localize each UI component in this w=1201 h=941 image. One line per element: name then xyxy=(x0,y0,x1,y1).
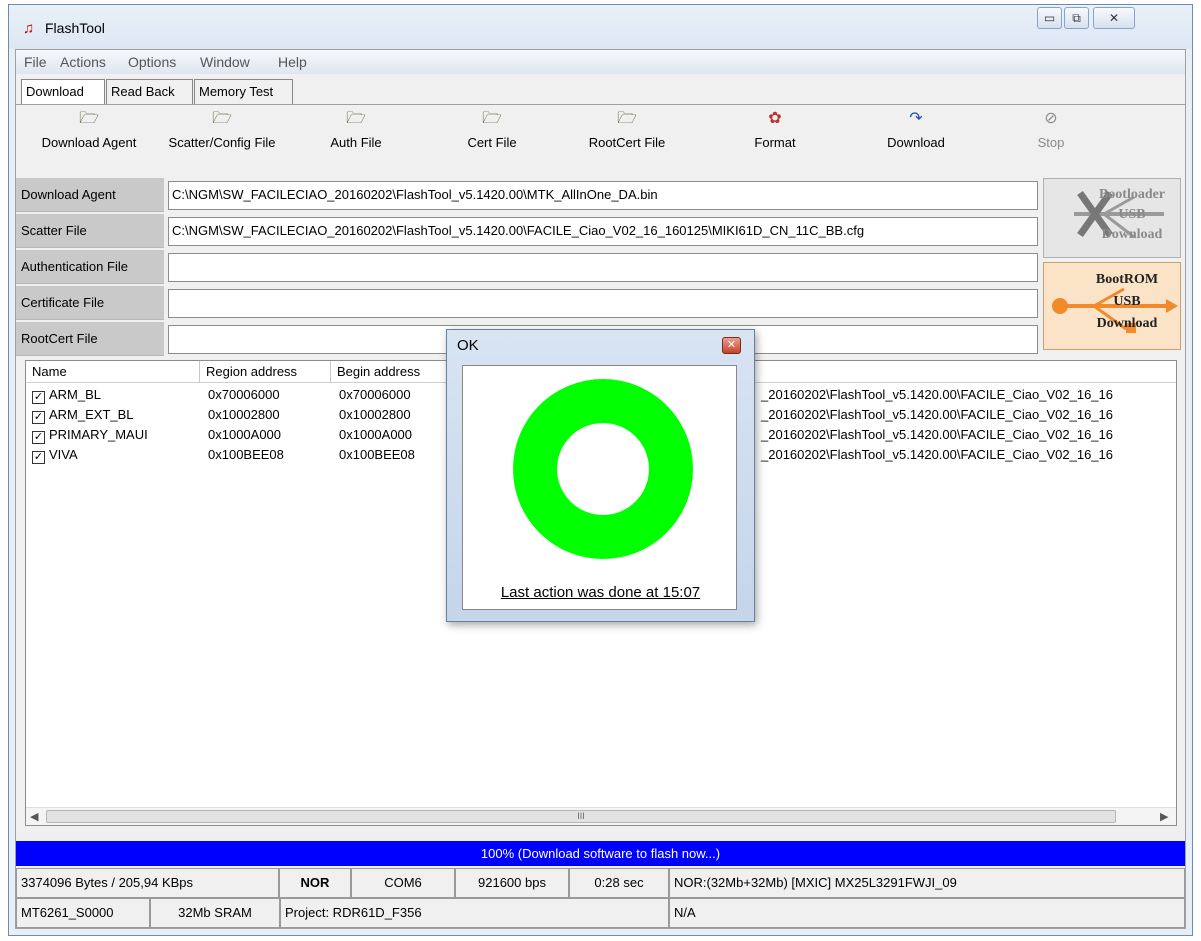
menu-help[interactable]: Help xyxy=(278,54,307,70)
open-folder-icon: 🗁 xyxy=(79,110,99,127)
format-icon: ✿ xyxy=(768,110,782,127)
window-title: FlashTool xyxy=(45,20,105,36)
toolbar: 🗁 Download Agent 🗁 Scatter/Config File 🗁 Au… xyxy=(16,104,1185,175)
auth-file-tool-button[interactable]: 🗁 Auth File xyxy=(316,109,396,150)
status-extra: N/A xyxy=(669,898,1185,928)
tab-download[interactable]: Download xyxy=(21,79,105,104)
status-sram: 32Mb SRAM xyxy=(150,898,280,928)
scatter-file-label: Scatter File xyxy=(16,214,164,248)
bootrom-label-3: Download xyxy=(1096,316,1158,331)
format-tool-button[interactable]: ✿ Format xyxy=(740,109,810,150)
dialog-close-button[interactable]: ✕ xyxy=(722,337,741,354)
ring-hole xyxy=(557,423,649,515)
menu-bar: File Actions Options Window Help xyxy=(16,50,1185,74)
title-bar: ♫ FlashTool ▭ ⧉ ✕ xyxy=(9,5,1192,49)
authentication-file-field[interactable] xyxy=(168,253,1038,282)
open-folder-icon: 🗁 xyxy=(617,110,637,127)
status-elapsed-time: 0:28 sec xyxy=(569,868,669,898)
row-checkbox[interactable]: ✓ xyxy=(32,391,45,404)
tab-read-back[interactable]: Read Back xyxy=(106,79,193,104)
progress-bar: 100% (Download software to flash now...) xyxy=(16,841,1185,866)
column-header-begin-address[interactable]: Begin address xyxy=(331,361,451,383)
scatter-config-tool-button[interactable]: 🗁 Scatter/Config File xyxy=(154,109,290,150)
column-header-region-address[interactable]: Region address xyxy=(200,361,331,383)
open-folder-icon: 🗁 xyxy=(212,110,232,127)
close-window-button[interactable]: ✕ xyxy=(1093,7,1135,29)
dialog-body: Last action was done at 15:07 xyxy=(462,365,737,610)
scroll-right-icon[interactable]: ▶ xyxy=(1160,810,1168,823)
stop-tool-button[interactable]: ⊘ Stop xyxy=(1026,109,1076,150)
scroll-thumb[interactable]: III xyxy=(46,810,1116,823)
bootloader-label-3: Download xyxy=(1101,227,1163,242)
horizontal-scrollbar[interactable]: ◀ III ▶ xyxy=(26,807,1176,825)
maximize-button[interactable]: ⧉ xyxy=(1064,7,1089,29)
status-flash-type: NOR xyxy=(279,868,351,898)
status-com-port: COM6 xyxy=(351,868,455,898)
minimize-button[interactable]: ▭ xyxy=(1037,7,1062,29)
tab-memory-test[interactable]: Memory Test xyxy=(194,79,293,104)
bootrom-label-1: BootROM xyxy=(1095,272,1159,287)
status-chip: MT6261_S0000 xyxy=(16,898,150,928)
status-flash-info: NOR:(32Mb+32Mb) [MXIC] MX25L3291FWJI_09 xyxy=(669,868,1185,898)
download-icon: ↷ xyxy=(909,110,923,127)
menu-window[interactable]: Window xyxy=(200,54,250,70)
success-ring-icon xyxy=(513,379,693,559)
authentication-file-label: Authentication File xyxy=(16,250,164,284)
menu-actions[interactable]: Actions xyxy=(60,54,106,70)
download-tool-button[interactable]: ↷ Download xyxy=(876,109,956,150)
status-transfer-rate: 3374096 Bytes / 205,94 KBps xyxy=(16,868,279,898)
certificate-file-field[interactable] xyxy=(168,289,1038,318)
cert-file-tool-button[interactable]: 🗁 Cert File xyxy=(452,109,532,150)
status-baud-rate: 921600 bps xyxy=(455,868,569,898)
bootloader-usb-download-button[interactable]: Bootloader USB Download xyxy=(1043,178,1181,258)
certificate-file-label: Certificate File xyxy=(16,286,164,320)
rootcert-file-label: RootCert File xyxy=(16,322,164,356)
scatter-file-field[interactable]: C:\NGM\SW_FACILECIAO_20160202\FlashTool_… xyxy=(168,217,1038,246)
dialog-message: Last action was done at 15:07 xyxy=(500,584,701,601)
stop-icon: ⊘ xyxy=(1044,110,1058,127)
rootcert-file-tool-button[interactable]: 🗁 RootCert File xyxy=(572,109,682,150)
flashtool-icon: ♫ xyxy=(23,20,35,37)
ok-dialog: OK ✕ Last action was done at 15:07 xyxy=(446,329,755,622)
bootloader-label-2: USB xyxy=(1118,207,1146,222)
download-agent-tool-button[interactable]: 🗁 Download Agent xyxy=(24,109,154,150)
column-header-name[interactable]: Name xyxy=(26,361,200,383)
menu-options[interactable]: Options xyxy=(128,54,176,70)
open-folder-icon: 🗁 xyxy=(346,110,366,127)
dialog-title: OK xyxy=(457,337,479,354)
download-agent-field[interactable]: C:\NGM\SW_FACILECIAO_20160202\FlashTool_… xyxy=(168,181,1038,210)
row-checkbox[interactable]: ✓ xyxy=(32,411,45,424)
menu-file[interactable]: File xyxy=(24,54,47,70)
download-agent-label: Download Agent xyxy=(16,178,164,212)
close-icon: ✕ xyxy=(726,339,737,351)
row-checkbox[interactable]: ✓ xyxy=(32,451,45,464)
open-folder-icon: 🗁 xyxy=(482,110,502,127)
bootrom-usb-download-button[interactable]: BootROM USB Download xyxy=(1043,262,1181,350)
bootrom-label-2: USB xyxy=(1113,294,1141,309)
scroll-left-icon[interactable]: ◀ xyxy=(30,810,38,823)
status-project: Project: RDR61D_F356 xyxy=(280,898,669,928)
bootloader-label-1: Bootloader xyxy=(1098,187,1166,202)
row-checkbox[interactable]: ✓ xyxy=(32,431,45,444)
